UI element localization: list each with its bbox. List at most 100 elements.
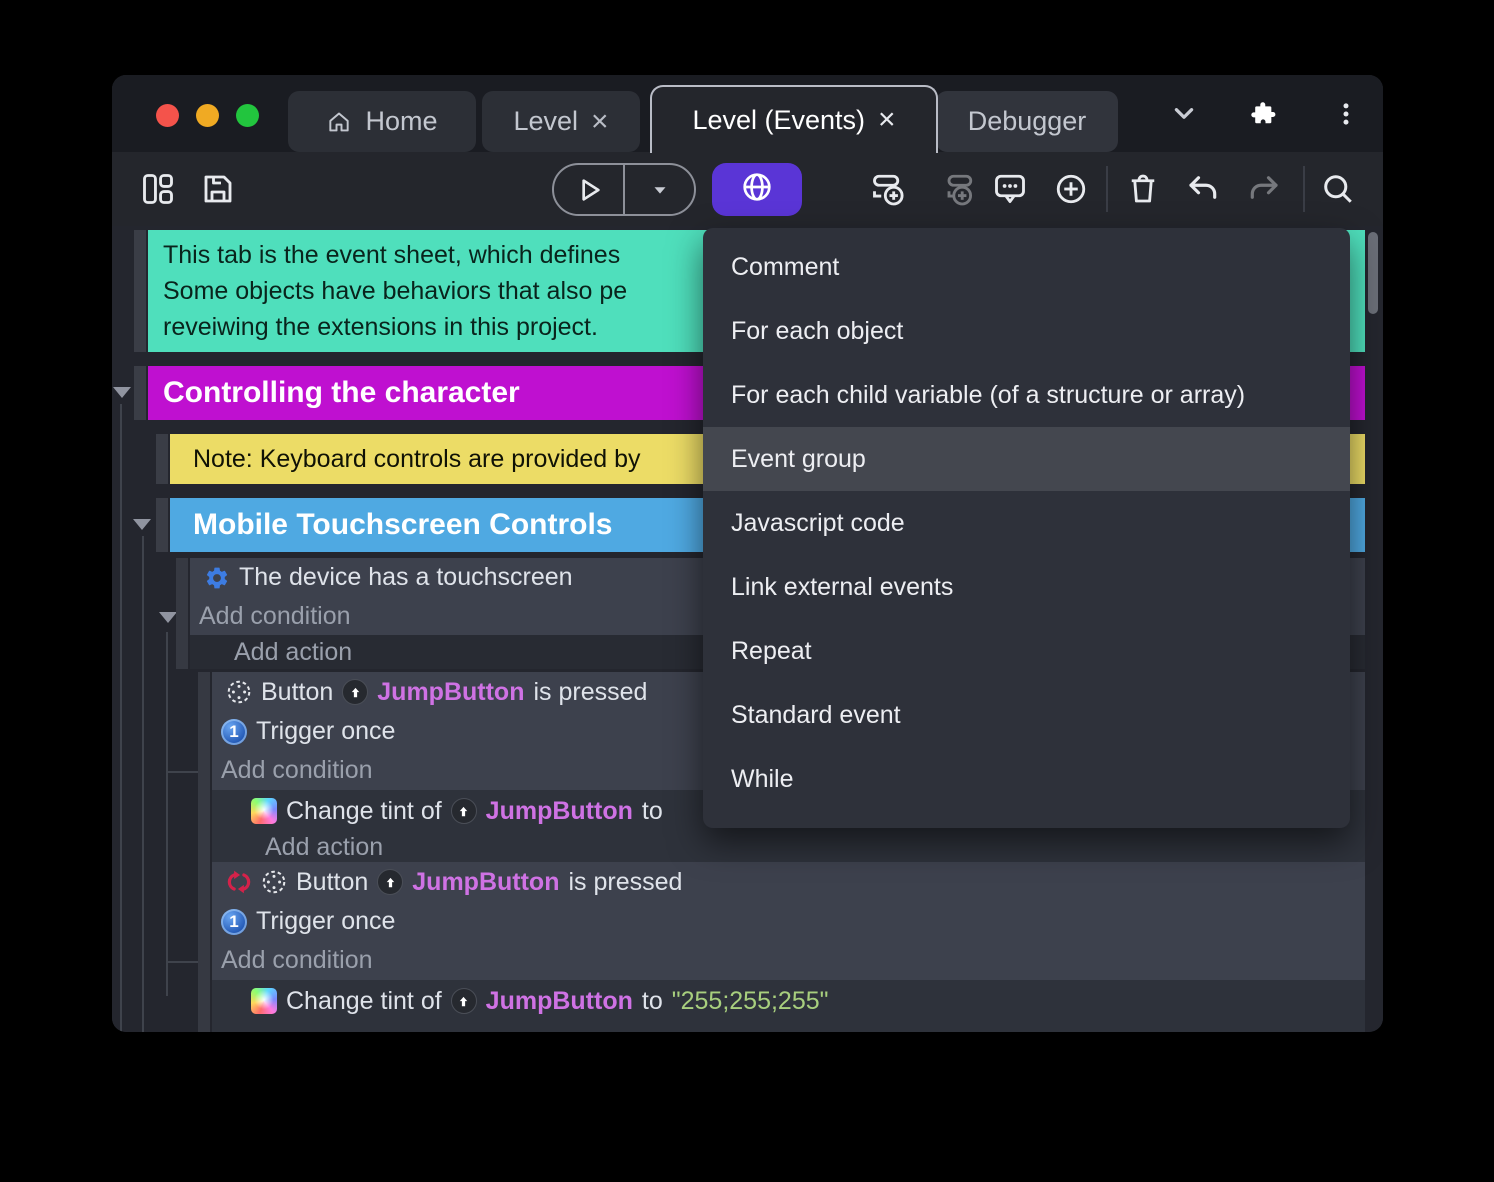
close-tab-icon[interactable]: × (878, 105, 896, 135)
delete-icon[interactable] (1123, 169, 1163, 209)
swap-arrows-icon (226, 869, 252, 895)
globe-icon (739, 169, 775, 210)
add-action-link[interactable]: Add action (265, 1028, 383, 1033)
group-title: Controlling the character (163, 376, 520, 410)
condition-text: Trigger once (256, 907, 395, 936)
vertical-scrollbar-thumb[interactable] (1368, 232, 1378, 314)
app-window: Home Level × Level (Events) × Debugger (112, 75, 1383, 1032)
collapse-arrow-event[interactable] (159, 612, 177, 623)
collapse-arrow-subgroup[interactable] (133, 519, 151, 530)
tab-debugger[interactable]: Debugger (936, 91, 1118, 152)
add-event-icon[interactable] (868, 169, 908, 209)
block-grip[interactable] (134, 366, 146, 420)
layout-panels-icon[interactable] (138, 169, 178, 209)
add-event-globe-button[interactable] (712, 163, 802, 216)
block-grip[interactable] (156, 498, 168, 552)
add-action-link[interactable]: Add action (234, 638, 352, 667)
menu-item-link-external-events[interactable]: Link external events (703, 555, 1350, 619)
kebab-menu-icon[interactable] (1333, 101, 1359, 127)
add-condition-link[interactable]: Add condition (221, 946, 373, 975)
minimize-window-button[interactable] (196, 104, 219, 127)
action-text: to (642, 987, 663, 1016)
tab-home[interactable]: Home (288, 91, 476, 152)
system-gear-icon (204, 565, 230, 591)
object-name: JumpButton (412, 868, 559, 897)
group-title: Mobile Touchscreen Controls (193, 508, 613, 542)
trigger-once-icon: 1 (221, 909, 247, 935)
search-icon[interactable] (1318, 169, 1358, 209)
plugin-name: Button (296, 868, 368, 897)
zoom-window-button[interactable] (236, 104, 259, 127)
add-sub-event-icon[interactable] (938, 169, 978, 209)
add-plus-icon[interactable] (1051, 169, 1091, 209)
redo-icon[interactable] (1244, 169, 1284, 209)
tab-level-events-label: Level (Events) (692, 105, 865, 136)
add-condition-link[interactable]: Add condition (199, 602, 351, 631)
condition-suffix: is pressed (533, 678, 647, 707)
gamepad-button-icon (261, 869, 287, 895)
chevron-down-icon[interactable] (1171, 101, 1197, 127)
tab-level[interactable]: Level × (482, 91, 640, 152)
tab-level-label: Level (513, 106, 578, 137)
indent-guide (142, 536, 144, 1032)
object-thumbnail-icon (451, 988, 477, 1014)
menu-item-while[interactable]: While (703, 747, 1350, 811)
close-tab-icon[interactable]: × (591, 107, 609, 137)
preview-split-button (552, 163, 696, 216)
add-action-link[interactable]: Add action (265, 833, 383, 862)
toolbar-divider (1106, 166, 1108, 212)
action-parameter-value: "255;255;255" (672, 987, 829, 1016)
tab-debugger-label: Debugger (968, 106, 1087, 137)
condition-text: The device has a touchscreen (239, 563, 573, 592)
title-bar: Home Level × Level (Events) × Debugger (112, 75, 1383, 152)
event-grip[interactable] (198, 862, 210, 1032)
add-condition-link[interactable]: Add condition (221, 756, 373, 785)
event-block-button-2[interactable]: Button JumpButton is pressed 1 Trigger o… (212, 862, 1365, 980)
menu-item-repeat[interactable]: Repeat (703, 619, 1350, 683)
tab-home-label: Home (365, 106, 437, 137)
toolbar-divider (1303, 166, 1305, 212)
tab-level-events[interactable]: Level (Events) × (650, 85, 938, 153)
action-text: Change tint of (286, 987, 442, 1016)
object-name: JumpButton (377, 678, 524, 707)
play-button[interactable] (554, 165, 625, 214)
menu-item-for-each-child-variable[interactable]: For each child variable (of a structure … (703, 363, 1350, 427)
object-thumbnail-icon (377, 869, 403, 895)
block-grip[interactable] (134, 230, 146, 352)
tint-color-icon (251, 988, 277, 1014)
event-grip[interactable] (198, 672, 210, 862)
screen: Home Level × Level (Events) × Debugger (0, 0, 1494, 1182)
collapse-arrow-group[interactable] (113, 387, 131, 398)
indent-guide (120, 404, 122, 1032)
menu-item-standard-event[interactable]: Standard event (703, 683, 1350, 747)
object-thumbnail-icon (342, 679, 368, 705)
addons-puzzle-icon[interactable] (1250, 101, 1276, 127)
play-options-dropdown[interactable] (625, 165, 694, 214)
menu-item-for-each-object[interactable]: For each object (703, 299, 1350, 363)
object-name: JumpButton (486, 987, 633, 1016)
trigger-once-icon: 1 (221, 719, 247, 745)
action-area: Add action (212, 1022, 1365, 1032)
undo-icon[interactable] (1183, 169, 1223, 209)
object-name: JumpButton (486, 797, 633, 826)
action-area: Add action (212, 832, 1365, 862)
menu-item-event-group[interactable]: Event group (703, 427, 1350, 491)
close-window-button[interactable] (156, 104, 179, 127)
toolbar (112, 152, 1383, 226)
add-event-context-menu: Comment For each object For each child v… (703, 228, 1350, 828)
gamepad-button-icon (226, 679, 252, 705)
plugin-name: Button (261, 678, 333, 707)
home-icon (326, 109, 352, 135)
menu-item-comment[interactable]: Comment (703, 235, 1350, 299)
action-text: Change tint of (286, 797, 442, 826)
condition-suffix: is pressed (568, 868, 682, 897)
indent-guide (166, 632, 168, 996)
event-grip[interactable] (176, 558, 188, 669)
tint-color-icon (251, 798, 277, 824)
add-comment-icon[interactable] (990, 169, 1030, 209)
save-icon[interactable] (198, 169, 238, 209)
action-row-tint-2[interactable]: Change tint of JumpButton to "255;255;25… (212, 980, 1365, 1022)
action-text: to (642, 797, 663, 826)
menu-item-javascript-code[interactable]: Javascript code (703, 491, 1350, 555)
block-grip[interactable] (156, 434, 168, 484)
